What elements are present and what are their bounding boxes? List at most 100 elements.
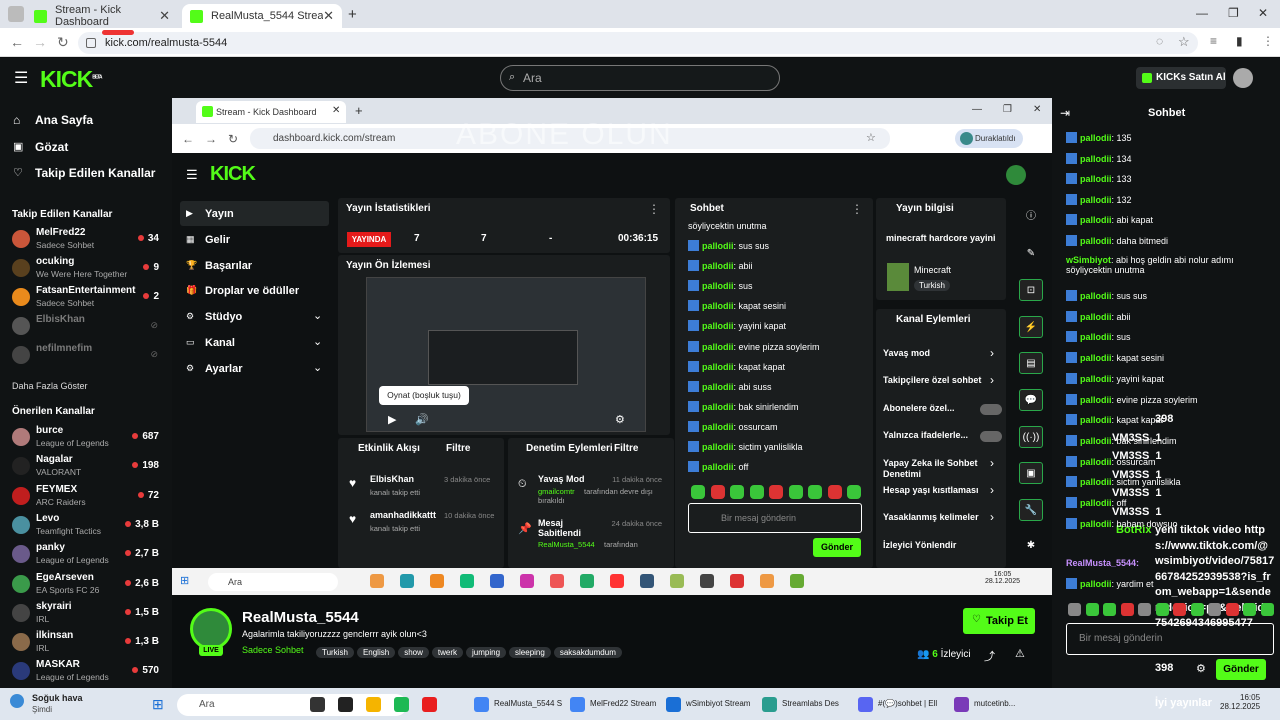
chat-message: pallodii: 135 [1066, 132, 1132, 143]
channel-category: League of Legends [36, 438, 109, 448]
close-icon[interactable]: ✕ [323, 8, 334, 24]
reload-icon[interactable]: ↻ [57, 34, 69, 51]
search-input[interactable]: Ara [500, 65, 780, 91]
weather-text[interactable]: Soğuk hava [32, 693, 83, 703]
url-input[interactable]: kick.com/realmusta-5544 [78, 32, 1198, 54]
play-icon[interactable]: ▶ [388, 413, 396, 426]
tag[interactable]: twerk [431, 647, 463, 658]
red-mark [102, 30, 134, 35]
extension-icon[interactable]: ▮ [1236, 34, 1243, 48]
channel-item[interactable]: FatsanEntertainment Sadece Sohbet 2 [10, 284, 162, 312]
chat-text: yayini kapat [738, 321, 787, 332]
taskbar-app-label[interactable]: #(💬)sohbet | Ell [878, 699, 937, 708]
action-item: Yavaş mod [883, 348, 931, 358]
menu-icon: ▶ [186, 208, 193, 218]
channel-avatar [12, 633, 30, 652]
minimize-icon[interactable]: — [1196, 6, 1208, 20]
maximize-icon[interactable]: ❐ [1228, 6, 1239, 20]
taskbar-app-label[interactable]: mutcetinb... [974, 699, 1015, 708]
viewer-count: 570 [132, 665, 159, 676]
taskbar-app-icon[interactable] [394, 697, 409, 712]
media-icon[interactable]: ≡ [1210, 34, 1217, 48]
menu-item: Droplar ve ödüller [205, 285, 300, 298]
tag[interactable]: show [398, 647, 429, 658]
channel-name: Nagalar [36, 454, 73, 466]
taskbar-app-icon[interactable] [310, 697, 325, 712]
taskbar-app-icon[interactable] [474, 697, 489, 712]
chat-settings-icon[interactable]: ⚙ [1196, 662, 1206, 675]
channel-item[interactable]: nefilmnefim ⊘ [10, 342, 162, 370]
settings-icon[interactable]: ⚙ [615, 413, 625, 426]
share-icon[interactable]: ⤴ [984, 648, 995, 664]
tab-realmusta[interactable]: RealMusta_5544 Stream - Watc✕ [182, 4, 342, 28]
forward-icon[interactable]: → [33, 34, 47, 50]
channel-item[interactable]: Levo Teamfight Tactics 3,8 B [10, 512, 162, 540]
tag[interactable]: Turkish [316, 647, 354, 658]
avatar[interactable] [1233, 68, 1253, 88]
chat-text: kapat kapat [738, 361, 786, 372]
report-icon[interactable]: ⚠ [1015, 647, 1025, 660]
taskbar-app-icon[interactable] [954, 697, 969, 712]
eye-off-icon[interactable]: ◌ [1156, 34, 1163, 48]
taskbar-app-icon [370, 574, 384, 588]
badge-icon [688, 340, 699, 352]
chat-input[interactable]: Bir mesaj gönderin [1066, 623, 1274, 655]
nav-following[interactable]: Takip Edilen Kanallar [35, 166, 155, 180]
channel-item[interactable]: burce League of Legends 687 [10, 424, 162, 452]
site-info-icon[interactable] [86, 38, 96, 48]
hamburger-icon[interactable]: ☰ [14, 68, 28, 88]
badge-icon [1066, 455, 1077, 467]
tab-kick-dashboard[interactable]: Stream - Kick Dashboard ✕ [26, 4, 178, 28]
channel-item[interactable]: panky League of Legends 2,7 B [10, 541, 162, 569]
channel-item[interactable]: ocuking We Were Here Together 9 [10, 255, 162, 283]
channel-avatar[interactable] [190, 608, 232, 650]
taskbar-app-label[interactable]: MelFred22 Stream [590, 699, 656, 708]
taskbar-app-icon[interactable] [666, 697, 681, 712]
taskbar-app-label[interactable]: Streamlabs Des [782, 699, 839, 708]
channel-item[interactable]: EgeArseven EA Sports FC 26 2,6 B [10, 571, 162, 599]
close-window-icon[interactable]: ✕ [1258, 6, 1268, 20]
channel-item[interactable]: ElbisKhan ⊘ [10, 313, 162, 341]
taskbar-app-icon[interactable] [762, 697, 777, 712]
channel-item[interactable]: skyrairi IRL 1,5 B [10, 600, 162, 628]
channel-avatar [12, 515, 30, 534]
channel-item[interactable]: ilkinsan IRL 1,3 B [10, 629, 162, 657]
kick-logo[interactable]: KICKBETA [40, 66, 103, 93]
tag[interactable]: saksakdumdum [553, 647, 622, 658]
menu-icon: ▭ [186, 337, 195, 347]
start-icon[interactable]: ⊞ [152, 696, 164, 713]
back-icon[interactable]: ← [10, 34, 24, 50]
nav-browse[interactable]: Gözat [35, 140, 68, 154]
channel-item[interactable]: MelFred22 Sadece Sohbet 34 [10, 226, 162, 254]
volume-icon[interactable]: 🔊 [415, 413, 429, 426]
nav-home[interactable]: Ana Sayfa [35, 113, 93, 127]
channel-name[interactable]: RealMusta_5544 [242, 609, 359, 626]
taskbar-app-label[interactable]: RealMusta_5544 S [494, 699, 562, 708]
collapse-chat-icon[interactable]: ⇥ [1060, 106, 1070, 120]
stat-value-2: 7 [481, 233, 487, 244]
send-button[interactable]: Gönder [1216, 659, 1266, 680]
taskbar-app-label[interactable]: wSimbiyot Stream [686, 699, 750, 708]
star-icon[interactable]: ☆ [1178, 34, 1190, 50]
tag[interactable]: jumping [466, 647, 507, 658]
tab-search-icon[interactable] [8, 6, 24, 22]
menu-dots-icon[interactable]: ⋮ [1262, 34, 1274, 48]
show-more-link[interactable]: Daha Fazla Göster [12, 381, 88, 391]
taskbar-app-icon[interactable] [858, 697, 873, 712]
channel-category: Sadece Sohbet [36, 298, 95, 308]
tag[interactable]: sleeping [509, 647, 551, 658]
tool-icon: 🔧 [1019, 498, 1043, 521]
channel-item[interactable]: MASKAR League of Legends 570 [10, 658, 162, 686]
channel-item[interactable]: Nagalar VALORANT 198 [10, 453, 162, 481]
channel-item[interactable]: FEYMEX ARC Raiders 72 [10, 483, 162, 511]
close-icon[interactable]: ✕ [159, 8, 170, 24]
new-tab-icon[interactable]: + [348, 6, 357, 23]
taskbar-app-icon[interactable] [570, 697, 585, 712]
taskbar-app-icon[interactable] [422, 697, 437, 712]
taskbar-app-icon[interactable] [338, 697, 353, 712]
tag[interactable]: English [356, 647, 396, 658]
chat-message: pallodii: abii [1066, 310, 1131, 322]
followed-title: Takip Edilen Kanallar [12, 209, 113, 220]
taskbar-app-icon[interactable] [366, 697, 381, 712]
action-item: Yapay Zeka ile Sohbet Denetimi [883, 457, 978, 479]
